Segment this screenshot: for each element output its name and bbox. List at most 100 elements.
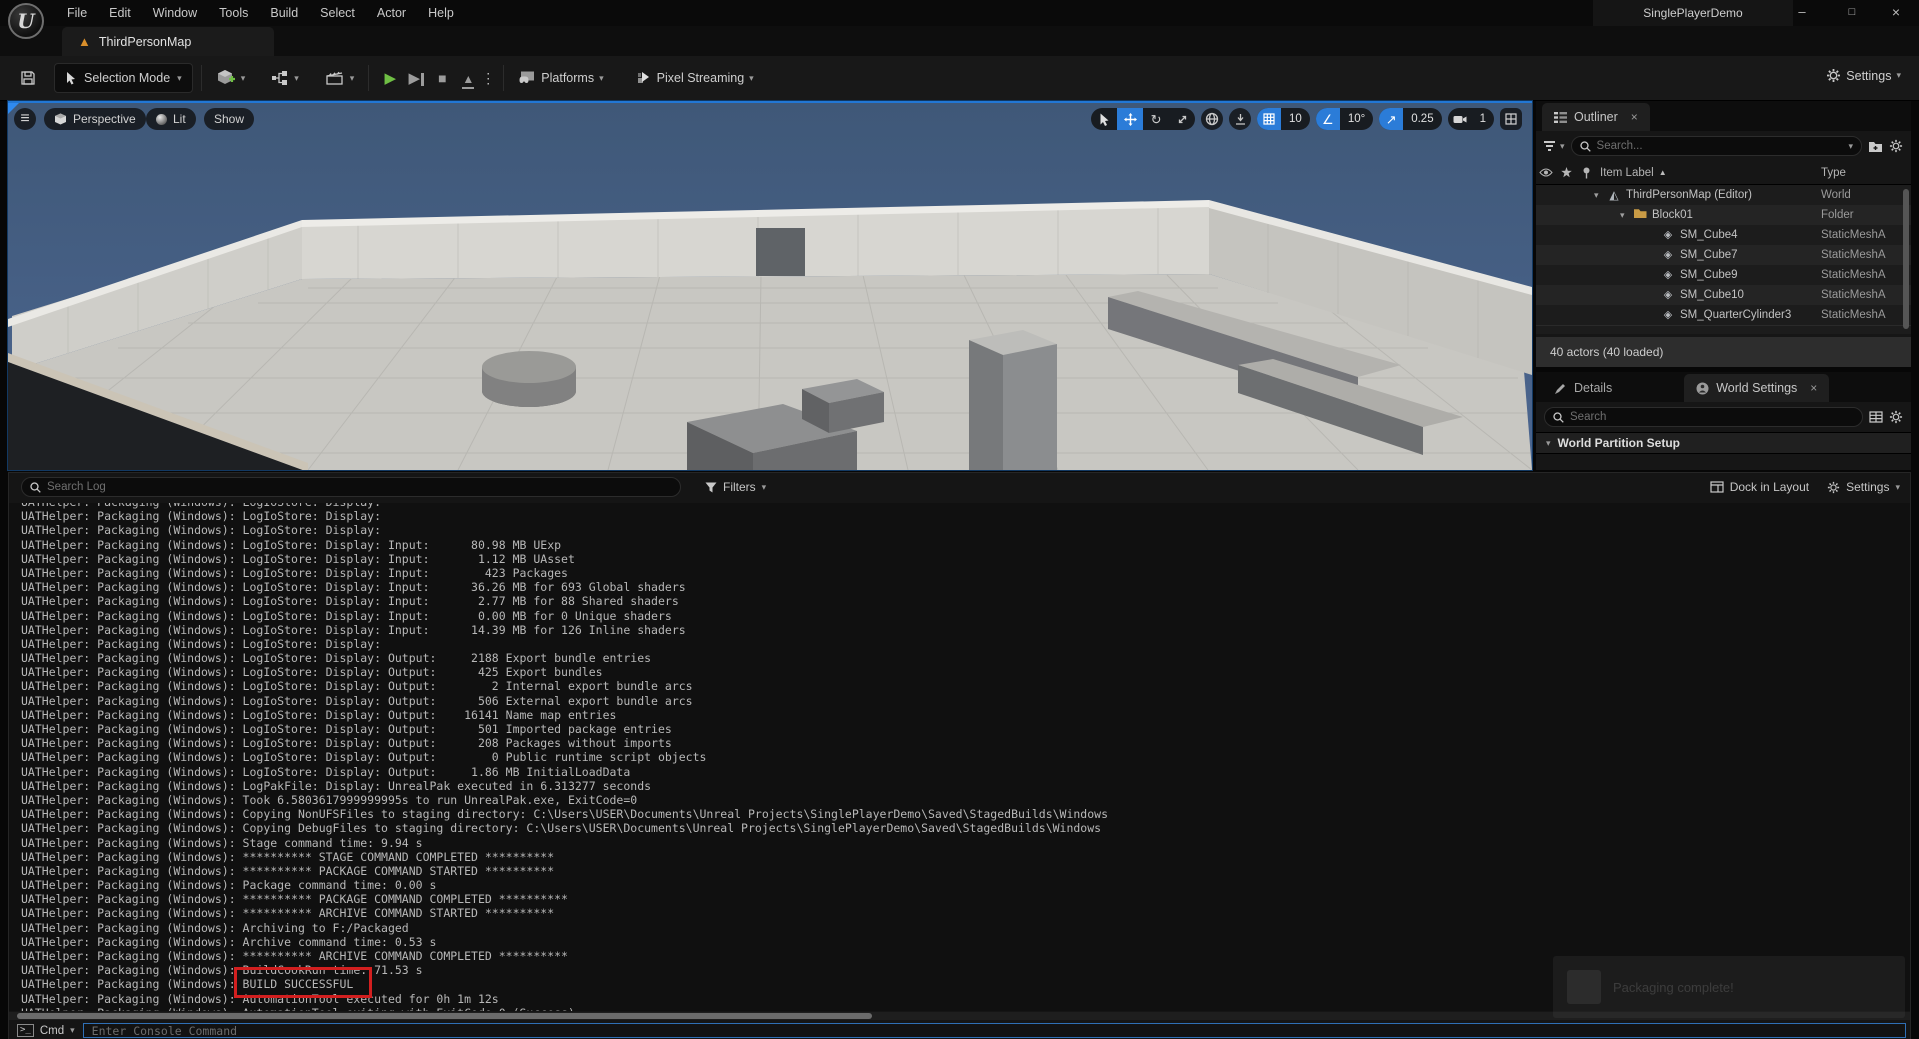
select-tool-button[interactable] <box>1091 108 1117 130</box>
viewport-scene[interactable] <box>8 103 1532 470</box>
play-options-kebab-icon[interactable]: ⋮ <box>481 70 495 87</box>
console-command-input[interactable] <box>83 1023 1906 1038</box>
unreal-logo-icon[interactable]: U <box>8 3 44 39</box>
skip-button[interactable]: ▶ <box>403 69 429 87</box>
perspective-dropdown[interactable]: Perspective <box>44 108 146 130</box>
viewport-options-menu-button[interactable]: ≡ <box>14 108 36 130</box>
add-actor-dropdown[interactable]: ▾ <box>210 65 252 91</box>
tab-world-settings[interactable]: World Settings × <box>1684 374 1829 402</box>
asset-tab-row: ▲ ThirdPersonMap <box>0 26 1919 56</box>
menu-item[interactable]: Select <box>309 0 366 26</box>
eject-icon: ▲ <box>462 72 474 89</box>
lit-dropdown[interactable]: Lit <box>146 108 196 130</box>
toolbar-settings-dropdown[interactable]: Settings ▾ <box>1820 64 1907 87</box>
menu-item[interactable]: Actor <box>366 0 417 26</box>
outliner-filter-button[interactable]: ▾ <box>1544 141 1565 152</box>
close-button[interactable]: × <box>1873 0 1919 26</box>
expand-caret-icon[interactable]: ▾ <box>1620 205 1632 225</box>
outliner-settings-button[interactable] <box>1889 139 1903 153</box>
log-settings-dropdown[interactable]: Settings ▾ <box>1827 480 1900 494</box>
outliner-search-input[interactable] <box>1597 140 1843 152</box>
packaging-toast-notification[interactable]: Packaging complete! <box>1553 956 1905 1018</box>
outliner-icon <box>1554 112 1567 123</box>
menu-item[interactable]: Help <box>417 0 465 26</box>
pixel-streaming-dropdown[interactable]: Pixel Streaming ▾ <box>630 66 760 90</box>
log-line: UATHelper: Packaging (Windows): LogIoSto… <box>21 594 1910 608</box>
outliner-row[interactable]: ▾ ThirdPersonMap (Editor) World <box>1536 185 1911 205</box>
type-column[interactable]: Type <box>1821 167 1846 179</box>
prompt-icon: >_ <box>17 1024 34 1037</box>
outliner-row[interactable]: ▾ Block01 Folder <box>1536 205 1911 225</box>
tab-thirdpersonmap[interactable]: ▲ ThirdPersonMap <box>62 27 274 56</box>
scale-snap-control[interactable]: ↗ 0.25 <box>1379 108 1441 130</box>
log-scrollbar-thumb[interactable] <box>17 1013 872 1019</box>
viewport-layout-button[interactable] <box>1500 108 1522 130</box>
log-search-input[interactable] <box>47 481 672 493</box>
details-search-row <box>1536 402 1911 432</box>
expand-caret-icon[interactable]: ▾ <box>1594 185 1606 205</box>
outliner-searchbox[interactable]: ▾ <box>1571 136 1862 156</box>
outliner-row[interactable]: ▾ SM_Cube7 StaticMeshA <box>1536 245 1911 265</box>
rotate-tool-button[interactable]: ↻ <box>1143 108 1169 130</box>
outliner-row[interactable]: ▾ SM_Cube9 StaticMeshA <box>1536 265 1911 285</box>
dock-in-layout-button[interactable]: Dock in Layout <box>1710 480 1809 494</box>
outliner-row-clipped[interactable] <box>1536 325 1911 334</box>
menu-item[interactable]: Build <box>259 0 309 26</box>
log-filters-dropdown[interactable]: Filters ▾ <box>697 477 774 497</box>
log-line: UATHelper: Packaging (Windows): LogIoSto… <box>21 523 1910 537</box>
surface-snap-button[interactable] <box>1229 108 1251 130</box>
tab-details[interactable]: Details <box>1542 374 1624 402</box>
details-search-input[interactable] <box>1570 411 1854 423</box>
blueprints-dropdown[interactable]: ▾ <box>265 66 305 90</box>
log-line: UATHelper: Packaging (Windows): LogIoSto… <box>21 609 1910 623</box>
selection-mode-dropdown[interactable]: Selection Mode ▾ <box>54 63 193 93</box>
outliner-row[interactable]: ▾ SM_Cube4 StaticMeshA <box>1536 225 1911 245</box>
favorite-column-icon[interactable] <box>1556 167 1576 178</box>
eject-button[interactable]: ▲ <box>455 70 481 87</box>
minimize-button[interactable]: – <box>1779 0 1825 26</box>
platforms-dropdown[interactable]: Platforms ▾ <box>512 66 609 90</box>
show-dropdown[interactable]: Show <box>204 108 254 130</box>
details-display-button[interactable] <box>1869 411 1883 423</box>
rotation-snap-value: 10° <box>1340 108 1373 130</box>
play-button[interactable]: ▶ <box>377 69 403 87</box>
search-icon <box>1580 141 1591 152</box>
close-icon[interactable]: × <box>1631 110 1638 124</box>
add-folder-button[interactable] <box>1868 140 1883 153</box>
restore-button[interactable]: □ <box>1829 0 1875 26</box>
item-label-column[interactable]: Item Label ▲ <box>1600 167 1667 179</box>
outliner-row[interactable]: ▾ SM_QuarterCylinder3 StaticMeshA <box>1536 305 1911 325</box>
log-text-area[interactable]: UATHelper: Packaging (Windows): LogIoSto… <box>9 503 1910 1011</box>
save-button[interactable] <box>14 66 42 90</box>
main-menu: FileEditWindowToolsBuildSelectActorHelp <box>56 0 465 26</box>
visibility-column-icon[interactable] <box>1536 168 1556 177</box>
stop-button[interactable]: ■ <box>429 70 455 86</box>
details-icon <box>1554 382 1567 395</box>
cinematics-dropdown[interactable]: ▾ <box>319 66 361 90</box>
menu-item[interactable]: Edit <box>98 0 142 26</box>
menu-item[interactable]: Window <box>142 0 208 26</box>
row-type-icon <box>1660 225 1676 245</box>
pin-column-icon[interactable] <box>1576 167 1596 179</box>
rotation-snap-control[interactable]: ∠ 10° <box>1316 108 1373 130</box>
close-icon[interactable]: × <box>1810 381 1817 395</box>
outliner-scrollbar[interactable] <box>1903 189 1909 329</box>
row-label: SM_Cube9 <box>1680 265 1738 285</box>
world-coordinate-button[interactable] <box>1201 108 1223 130</box>
move-tool-button[interactable] <box>1117 108 1143 130</box>
chevron-down-icon: ▾ <box>177 73 182 84</box>
details-searchbox[interactable] <box>1544 407 1863 427</box>
log-searchbox[interactable] <box>21 477 681 497</box>
tab-outliner[interactable]: Outliner × <box>1542 103 1650 131</box>
grid-snap-control[interactable]: 10 <box>1257 108 1310 130</box>
details-settings-button[interactable] <box>1889 410 1903 424</box>
log-line: UATHelper: Packaging (Windows): LogIoSto… <box>21 736 1910 750</box>
camera-speed-control[interactable]: 1 <box>1448 108 1494 130</box>
world-partition-setup-section[interactable]: ▾ World Partition Setup <box>1536 432 1911 454</box>
level-viewport[interactable]: ≡ Perspective Lit Show ↻ <box>8 101 1532 470</box>
menu-item[interactable]: Tools <box>208 0 259 26</box>
outliner-row[interactable]: ▾ SM_Cube10 StaticMeshA <box>1536 285 1911 305</box>
menu-item[interactable]: File <box>56 0 98 26</box>
scale-tool-button[interactable] <box>1169 108 1195 130</box>
cmd-dropdown[interactable]: >_ Cmd ▾ <box>9 1024 83 1037</box>
